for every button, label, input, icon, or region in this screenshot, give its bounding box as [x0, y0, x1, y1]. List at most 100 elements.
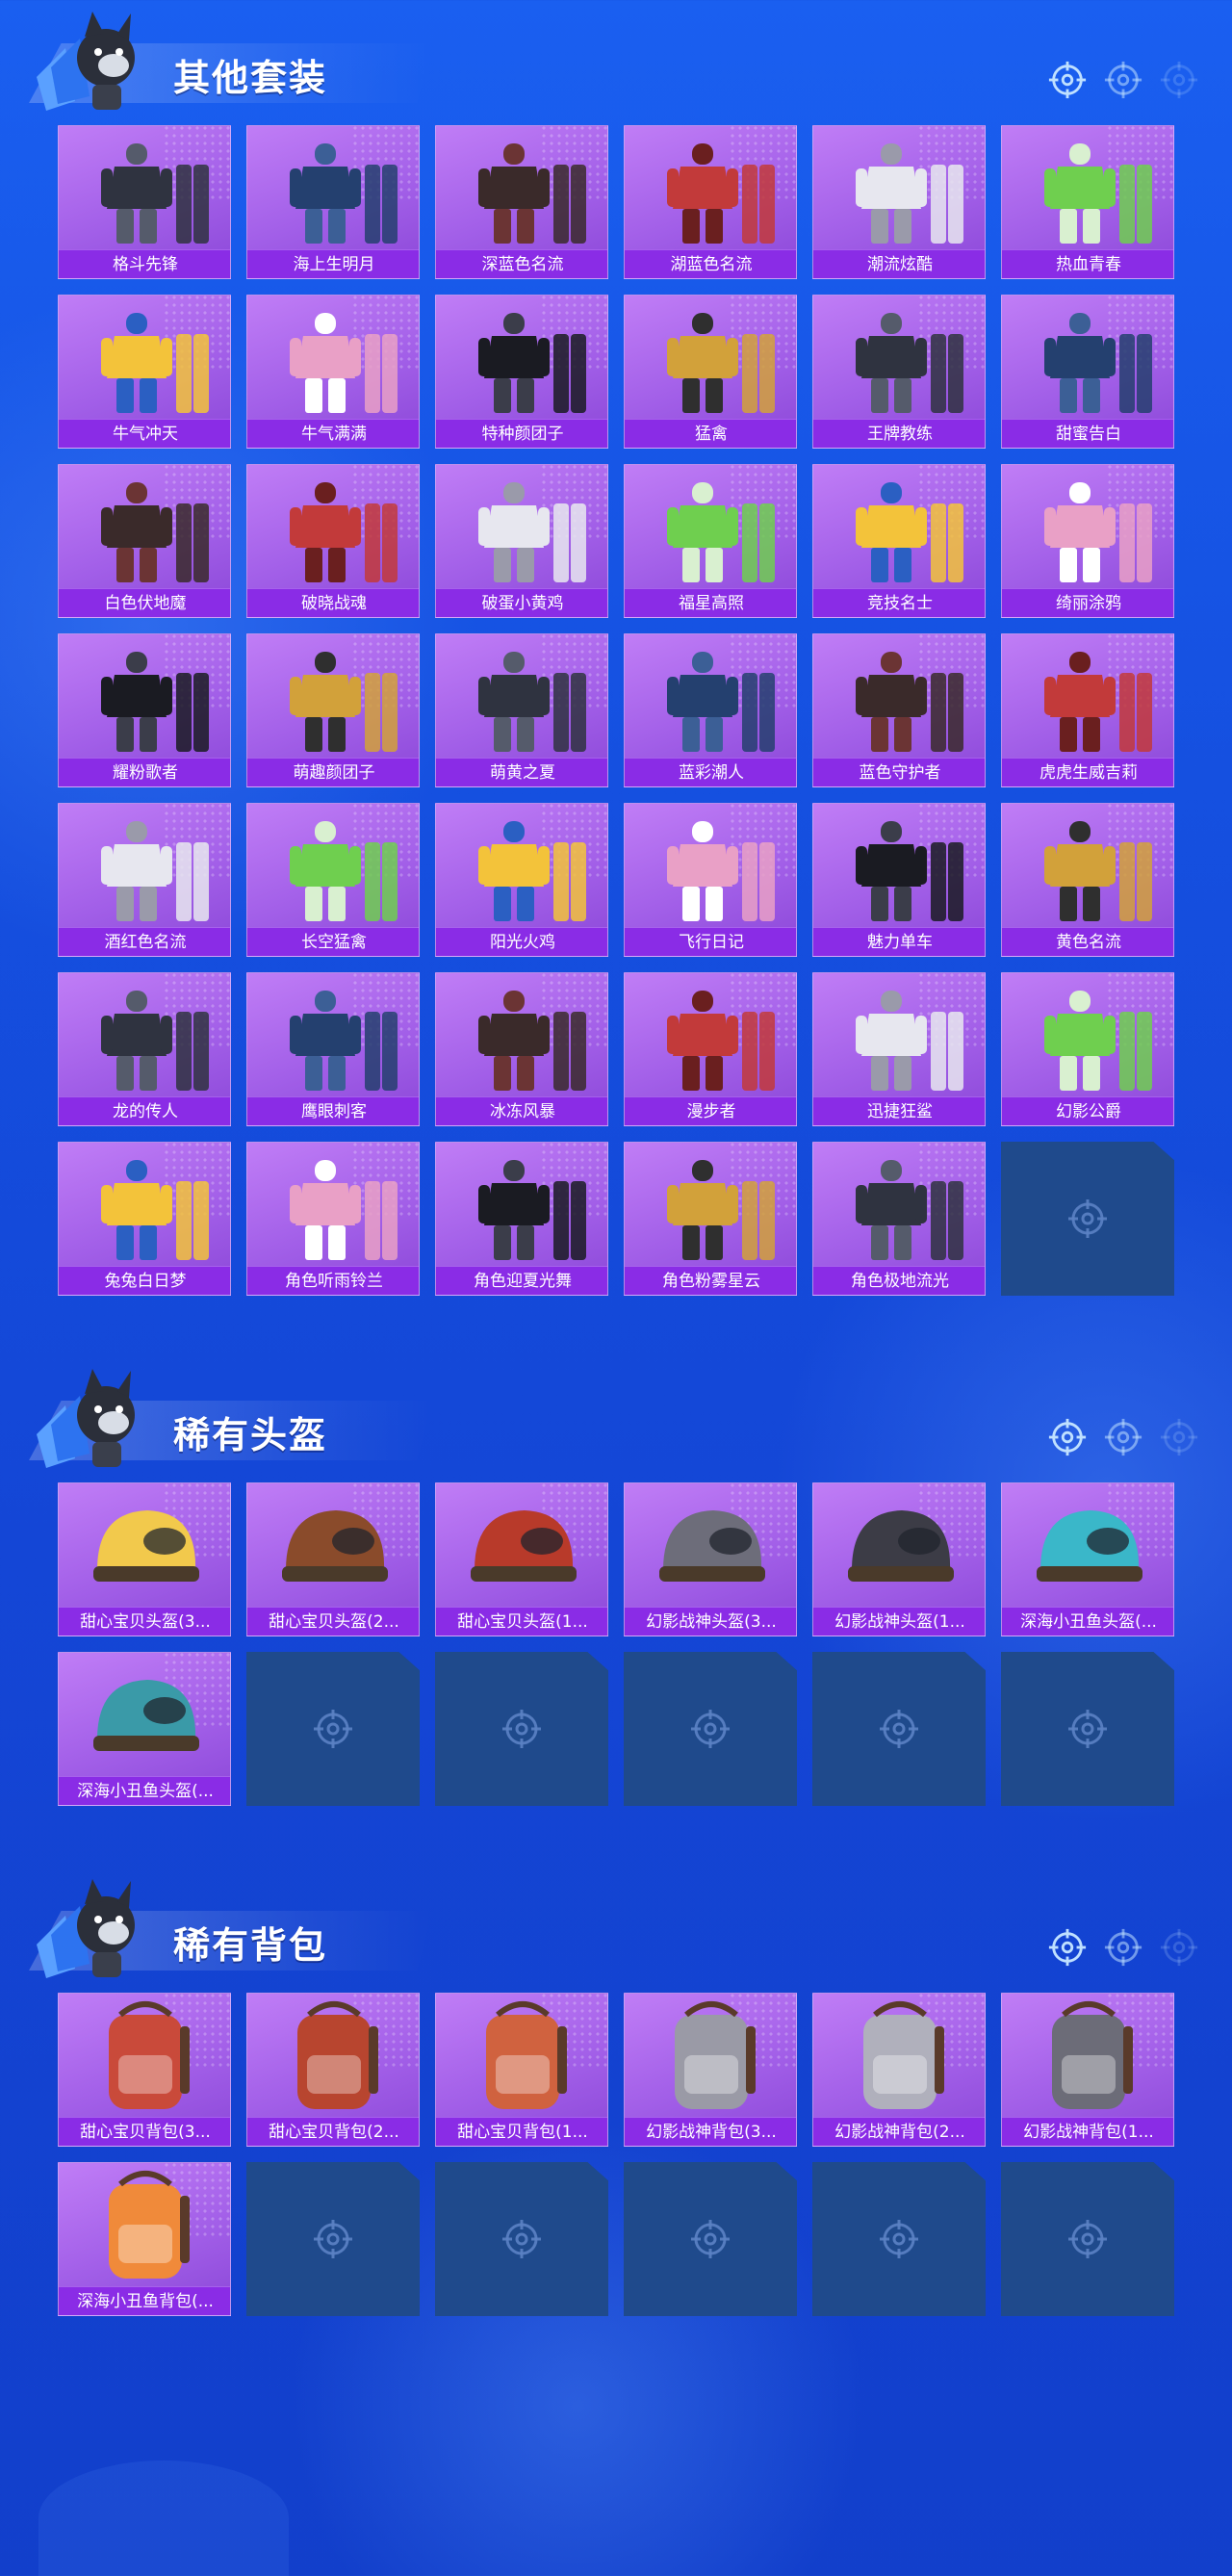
item-label: 深海小丑鱼头盔(...: [1002, 1607, 1173, 1636]
wolf-mascot-icon: [37, 1877, 152, 1983]
crosshair-placeholder-icon: [312, 2218, 354, 2260]
item-card[interactable]: 甜心宝贝头盔(1...: [435, 1482, 608, 1636]
item-card[interactable]: 长空猛禽: [246, 803, 420, 957]
empty-slot: [1001, 2162, 1174, 2316]
item-card[interactable]: 湖蓝色名流: [624, 125, 797, 279]
item-label: 湖蓝色名流: [625, 249, 796, 278]
item-label: 牛气满满: [247, 419, 419, 448]
item-card[interactable]: 耀粉歌者: [58, 633, 231, 787]
section-3: 稀有背包 甜心宝贝背包(3... 甜心宝贝背包(2... 甜心宝贝背包(1...…: [0, 1868, 1232, 2316]
item-card[interactable]: 深海小丑鱼背包(...: [58, 2162, 231, 2316]
crosshair-icon: [1047, 1927, 1088, 1968]
item-card[interactable]: 竞技名士: [812, 464, 986, 618]
item-card[interactable]: 角色极地流光: [812, 1142, 986, 1296]
item-card[interactable]: 白色伏地魔: [58, 464, 231, 618]
item-card[interactable]: 飞行日记: [624, 803, 797, 957]
item-card[interactable]: 萌趣颜团子: [246, 633, 420, 787]
crosshair-placeholder-icon: [312, 1708, 354, 1750]
outfit-image: [59, 804, 230, 927]
item-card[interactable]: 阳光火鸡: [435, 803, 608, 957]
backpack-image: [625, 1994, 796, 2117]
item-card[interactable]: 热血青春: [1001, 125, 1174, 279]
outfit-image: [625, 296, 796, 419]
item-card[interactable]: 福星高照: [624, 464, 797, 618]
item-grid: 格斗先锋 海上生明月 深蓝色名流 湖蓝色名流 潮流炫酷 热血青春 牛气冲天 牛气…: [58, 125, 1174, 1296]
empty-slot: [246, 2162, 420, 2316]
item-card[interactable]: 绮丽涂鸦: [1001, 464, 1174, 618]
item-card[interactable]: 蓝彩潮人: [624, 633, 797, 787]
item-card[interactable]: 漫步者: [624, 972, 797, 1126]
outfit-image: [813, 634, 985, 758]
item-card[interactable]: 兔兔白日梦: [58, 1142, 231, 1296]
item-label: 迅捷狂鲨: [813, 1096, 985, 1125]
item-card[interactable]: 深海小丑鱼头盔(...: [58, 1652, 231, 1806]
item-card[interactable]: 冰冻风暴: [435, 972, 608, 1126]
outfit-image: [436, 1143, 607, 1266]
outfit-image: [59, 465, 230, 588]
item-card[interactable]: 角色粉雾星云: [624, 1142, 797, 1296]
item-card[interactable]: 猛禽: [624, 295, 797, 449]
item-card[interactable]: 牛气冲天: [58, 295, 231, 449]
backpack-image: [59, 2163, 230, 2286]
item-card[interactable]: 深蓝色名流: [435, 125, 608, 279]
crosshair-icon: [1159, 1927, 1199, 1968]
outfit-image: [1002, 634, 1173, 758]
item-card[interactable]: 萌黄之夏: [435, 633, 608, 787]
item-card[interactable]: 甜心宝贝背包(2...: [246, 1993, 420, 2147]
outfit-image: [436, 973, 607, 1096]
wolf-mascot-icon: [37, 1367, 152, 1473]
item-card[interactable]: 幻影战神背包(3...: [624, 1993, 797, 2147]
empty-slot: [624, 1652, 797, 1806]
item-card[interactable]: 海上生明月: [246, 125, 420, 279]
section-title: 稀有头盔: [173, 1414, 328, 1456]
outfit-image: [625, 126, 796, 249]
outfit-image: [247, 804, 419, 927]
empty-slot: [435, 1652, 608, 1806]
item-card[interactable]: 甜蜜告白: [1001, 295, 1174, 449]
outfit-image: [247, 126, 419, 249]
item-card[interactable]: 幻影公爵: [1001, 972, 1174, 1126]
outfit-image: [625, 973, 796, 1096]
crosshair-placeholder-icon: [500, 2218, 543, 2260]
helmet-image: [59, 1653, 230, 1776]
item-card[interactable]: 格斗先锋: [58, 125, 231, 279]
crosshair-placeholder-icon: [1066, 1198, 1109, 1240]
item-card[interactable]: 幻影战神背包(1...: [1001, 1993, 1174, 2147]
item-label: 海上生明月: [247, 249, 419, 278]
item-card[interactable]: 幻影战神背包(2...: [812, 1993, 986, 2147]
item-card[interactable]: 黄色名流: [1001, 803, 1174, 957]
item-card[interactable]: 牛气满满: [246, 295, 420, 449]
item-card[interactable]: 角色迎夏光舞: [435, 1142, 608, 1296]
item-card[interactable]: 鹰眼刺客: [246, 972, 420, 1126]
item-card[interactable]: 特种颜团子: [435, 295, 608, 449]
section-header: 其他套装: [0, 0, 1232, 125]
item-card[interactable]: 甜心宝贝背包(1...: [435, 1993, 608, 2147]
item-card[interactable]: 破晓战魂: [246, 464, 420, 618]
item-label: 甜心宝贝头盔(3...: [59, 1607, 230, 1636]
outfit-image: [436, 465, 607, 588]
item-card[interactable]: 蓝色守护者: [812, 633, 986, 787]
outfit-image: [436, 296, 607, 419]
item-card[interactable]: 幻影战神头盔(3...: [624, 1482, 797, 1636]
crosshair-placeholder-icon: [689, 2218, 732, 2260]
item-card[interactable]: 甜心宝贝背包(3...: [58, 1993, 231, 2147]
crosshair-icon: [1103, 1417, 1143, 1457]
item-label: 角色粉雾星云: [625, 1266, 796, 1295]
item-label: 白色伏地魔: [59, 588, 230, 617]
item-card[interactable]: 酒红色名流: [58, 803, 231, 957]
item-card[interactable]: 王牌教练: [812, 295, 986, 449]
item-card[interactable]: 龙的传人: [58, 972, 231, 1126]
item-card[interactable]: 虎虎生威吉莉: [1001, 633, 1174, 787]
section-2: 稀有头盔 甜心宝贝头盔(3... 甜心宝贝头盔(2... 甜心宝贝头盔(1...: [0, 1357, 1232, 1806]
item-card[interactable]: 幻影战神头盔(1...: [812, 1482, 986, 1636]
item-card[interactable]: 甜心宝贝头盔(2...: [246, 1482, 420, 1636]
item-card[interactable]: 迅捷狂鲨: [812, 972, 986, 1126]
item-card[interactable]: 潮流炫酷: [812, 125, 986, 279]
item-card[interactable]: 甜心宝贝头盔(3...: [58, 1482, 231, 1636]
item-card[interactable]: 破蛋小黄鸡: [435, 464, 608, 618]
backpack-image: [813, 1994, 985, 2117]
item-card[interactable]: 深海小丑鱼头盔(...: [1001, 1482, 1174, 1636]
item-card[interactable]: 魅力单车: [812, 803, 986, 957]
item-label: 长空猛禽: [247, 927, 419, 956]
item-card[interactable]: 角色听雨铃兰: [246, 1142, 420, 1296]
